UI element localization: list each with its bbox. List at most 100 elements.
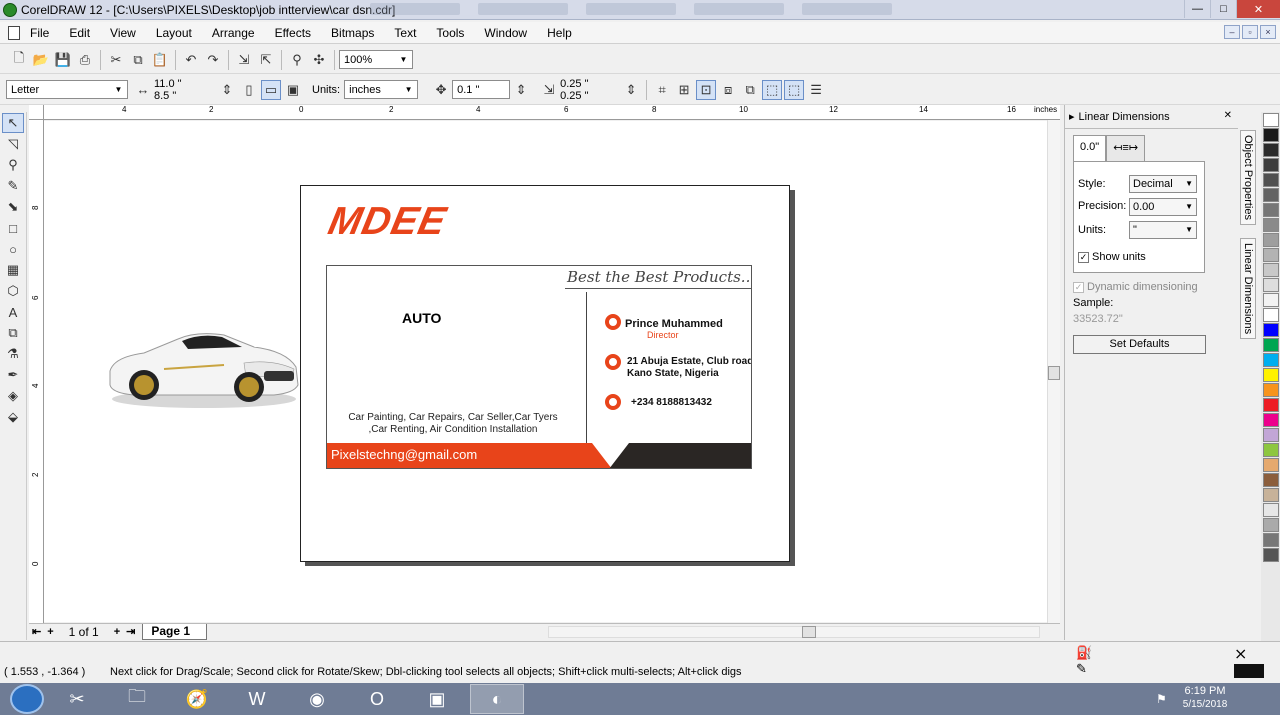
horizontal-scroll-thumb[interactable] (802, 626, 816, 638)
address-line[interactable]: Kano State, Nigeria (627, 368, 719, 379)
interactive-blend-tool-icon[interactable]: ⧉ (2, 323, 24, 343)
phone-bullet-icon[interactable] (605, 394, 621, 410)
color-swatch[interactable] (1263, 503, 1279, 517)
start-button[interactable] (10, 684, 44, 714)
color-swatch[interactable] (1263, 278, 1279, 292)
color-swatch[interactable] (1263, 173, 1279, 187)
color-swatch[interactable] (1263, 323, 1279, 337)
fill-tool-icon[interactable]: ◈ (2, 386, 24, 406)
color-swatch[interactable] (1263, 548, 1279, 562)
menu-tools[interactable]: Tools (436, 26, 464, 40)
color-swatch[interactable] (1263, 368, 1279, 382)
nudge-offset-field[interactable]: 0.1 " (452, 80, 511, 99)
card-services-text[interactable]: Car Painting, Car Repairs, Car Seller,Ca… (337, 412, 569, 436)
vertical-ruler[interactable]: 8 6 4 2 0 (29, 120, 44, 624)
basic-shapes-tool-icon[interactable]: ⬡ (2, 281, 24, 301)
no-color-swatch[interactable] (1263, 113, 1279, 127)
color-swatch[interactable] (1263, 128, 1279, 142)
doc-minimize-button[interactable]: – (1224, 25, 1240, 39)
menu-arrange[interactable]: Arrange (212, 26, 255, 40)
close-button[interactable]: ✕ (1236, 0, 1280, 18)
card-phone[interactable]: +234 8188813432 (631, 397, 712, 408)
all-pages-icon[interactable]: ▣ (283, 80, 303, 100)
spinner-icon[interactable]: ⇕ (217, 80, 237, 100)
menu-text[interactable]: Text (394, 26, 416, 40)
set-defaults-button[interactable]: Set Defaults (1073, 335, 1206, 354)
outline-tool-icon[interactable]: ✒ (2, 365, 24, 385)
card-tagline[interactable]: Best the Best Products..... (567, 268, 751, 286)
ruler-origin[interactable] (29, 105, 44, 120)
print-icon[interactable]: ⎙ (75, 50, 95, 70)
tab-page-1[interactable]: Page 1 (142, 623, 208, 640)
dynamic-guides-icon[interactable]: ⧈ (718, 80, 738, 100)
menu-bitmaps[interactable]: Bitmaps (331, 26, 374, 40)
color-swatch[interactable] (1263, 263, 1279, 277)
color-swatch[interactable] (1263, 293, 1279, 307)
file-explorer-icon[interactable]: 🗀 (110, 684, 164, 714)
open-icon[interactable]: 📂 (31, 50, 51, 70)
color-swatch[interactable] (1263, 143, 1279, 157)
safari-icon[interactable]: 🧭 (170, 684, 224, 714)
color-swatch[interactable] (1263, 533, 1279, 547)
business-card[interactable]: Best the Best Products..... AUTO Car Pai… (326, 265, 752, 469)
eyedropper-tool-icon[interactable]: ⚗ (2, 344, 24, 364)
menu-layout[interactable]: Layout (156, 26, 192, 40)
coreldraw-taskbar-icon[interactable]: ◐ (470, 684, 524, 714)
shape-tool-icon[interactable]: ◹ (2, 134, 24, 154)
menu-help[interactable]: Help (547, 26, 572, 40)
last-page-icon[interactable]: ⇥ (126, 625, 135, 638)
address-bullet-icon[interactable] (605, 354, 621, 370)
color-swatch[interactable] (1263, 488, 1279, 502)
snap-to-objects-icon[interactable]: ⊡ (696, 79, 717, 100)
card-dark-bar[interactable] (609, 443, 751, 468)
tab-linear-dimensions[interactable]: Linear Dimensions (1240, 238, 1256, 340)
show-units-checkbox[interactable]: ✓ Show units (1078, 251, 1146, 263)
chrome-icon[interactable]: ◉ (290, 684, 344, 714)
color-swatch[interactable] (1263, 218, 1279, 232)
freehand-tool-icon[interactable]: ✎ (2, 176, 24, 196)
snipping-tool-icon[interactable]: ✂ (50, 684, 104, 714)
name-bullet-icon[interactable] (605, 314, 621, 330)
drawing-canvas[interactable]: MDEE Best the Best Products..... AUTO Ca… (44, 121, 1047, 622)
copy-icon[interactable]: ⧉ (128, 50, 148, 70)
edit-across-layers-icon[interactable]: ⧉ (740, 80, 760, 100)
card-logo[interactable]: MDEE (324, 200, 451, 244)
docker-close-icon[interactable]: ✕ (1224, 110, 1232, 121)
menu-view[interactable]: View (110, 26, 136, 40)
menu-edit[interactable]: Edit (69, 26, 90, 40)
menu-effects[interactable]: Effects (275, 26, 311, 40)
card-divider-line[interactable] (586, 292, 587, 444)
color-swatch[interactable] (1263, 518, 1279, 532)
pick-tool-icon[interactable]: ↖ (2, 113, 24, 133)
opera-icon[interactable]: O (350, 684, 404, 714)
units-combo[interactable]: inches ▼ (344, 80, 419, 99)
card-email[interactable]: Pixelstechng@gmail.com (331, 447, 477, 462)
color-swatch[interactable] (1263, 458, 1279, 472)
import-icon[interactable]: ⇲ (234, 50, 254, 70)
rectangle-tool-icon[interactable]: □ (2, 218, 24, 238)
screen-recorder-icon[interactable]: ▣ (410, 684, 464, 714)
vertical-scrollbar[interactable] (1047, 120, 1060, 624)
dynamic-dimensioning-checkbox[interactable]: ✓ Dynamic dimensioning (1073, 281, 1198, 293)
page[interactable]: MDEE Best the Best Products..... AUTO Ca… (300, 185, 790, 562)
tab-dimension-line-icon[interactable]: ↤≡↦ (1106, 135, 1146, 161)
style-select[interactable]: Decimal ▼ (1129, 175, 1197, 193)
color-swatch[interactable] (1263, 398, 1279, 412)
color-swatch[interactable] (1263, 203, 1279, 217)
treat-as-filled-icon[interactable]: ⬚ (762, 79, 783, 100)
portrait-icon[interactable]: ▯ (239, 80, 259, 100)
clock[interactable]: 6:19 PM 5/15/2018 (1183, 685, 1228, 713)
tab-dimension-value[interactable]: 0.0" (1073, 135, 1107, 162)
save-icon[interactable]: 💾 (53, 50, 73, 70)
add-page-after-icon[interactable]: + (114, 626, 120, 638)
ellipse-tool-icon[interactable]: ○ (2, 239, 24, 259)
zoom-tool-icon[interactable]: ⚲ (2, 155, 24, 175)
word-icon[interactable]: W (230, 684, 284, 714)
color-swatch[interactable] (1263, 443, 1279, 457)
page-height-field[interactable]: 8.5 " (154, 90, 216, 102)
zoom-level-combo[interactable]: 100% ▼ (339, 50, 413, 69)
doc-restore-button[interactable]: ▫ (1242, 25, 1258, 39)
fill-bucket-icon[interactable]: ⛽ (1076, 645, 1092, 661)
color-swatch[interactable] (1263, 308, 1279, 322)
minimize-button[interactable]: — (1184, 0, 1210, 18)
